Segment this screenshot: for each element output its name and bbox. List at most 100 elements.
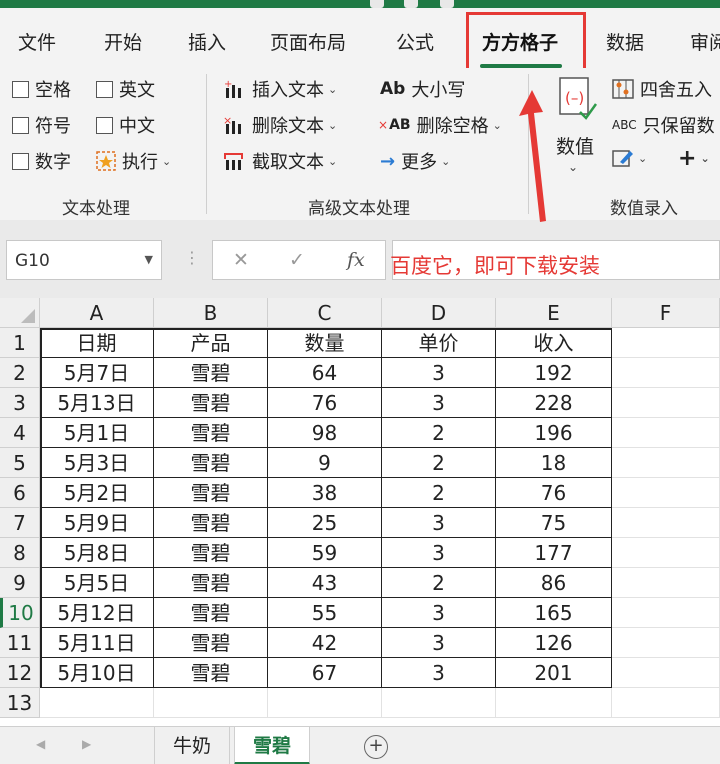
empty-cell[interactable] [40, 688, 154, 718]
empty-cell[interactable] [612, 328, 720, 358]
delete-space-button[interactable]: × AB 删除空格 ⌄ [378, 112, 502, 138]
empty-cell[interactable] [612, 508, 720, 538]
data-cell[interactable]: 3 [382, 388, 496, 418]
empty-cell[interactable] [496, 688, 612, 718]
data-cell[interactable]: 76 [268, 388, 382, 418]
cancel-icon[interactable]: ✕ [233, 249, 249, 271]
menu-review[interactable]: 审阅 [690, 28, 720, 55]
data-cell[interactable]: 雪碧 [154, 358, 268, 388]
data-cell[interactable]: 5月2日 [40, 478, 154, 508]
empty-cell[interactable] [612, 658, 720, 688]
data-cell[interactable]: 雪碧 [154, 388, 268, 418]
empty-cell[interactable] [382, 688, 496, 718]
name-box[interactable]: G10 ▼ [6, 240, 162, 280]
plus-button[interactable]: + ⌄ [678, 146, 710, 171]
data-cell[interactable]: 2 [382, 568, 496, 598]
data-cell[interactable]: 9 [268, 448, 382, 478]
row-header[interactable]: 8 [0, 538, 40, 568]
row-header[interactable]: 6 [0, 478, 40, 508]
data-cell[interactable]: 雪碧 [154, 478, 268, 508]
menu-data[interactable]: 数据 [606, 28, 644, 55]
data-cell[interactable]: 3 [382, 598, 496, 628]
empty-cell[interactable] [268, 688, 382, 718]
empty-cell[interactable] [154, 688, 268, 718]
data-cell[interactable]: 5月7日 [40, 358, 154, 388]
data-cell[interactable]: 38 [268, 478, 382, 508]
row-header[interactable]: 9 [0, 568, 40, 598]
checkbox-space[interactable]: 空格 [12, 76, 71, 102]
cut-text-button[interactable]: 截取文本 ⌄ [222, 148, 337, 174]
data-cell[interactable]: 3 [382, 508, 496, 538]
data-cell[interactable]: 76 [496, 478, 612, 508]
header-cell[interactable]: 单价 [382, 328, 496, 358]
data-cell[interactable]: 18 [496, 448, 612, 478]
more-button[interactable]: → 更多 ⌄ [380, 148, 450, 174]
data-cell[interactable]: 64 [268, 358, 382, 388]
edit-button[interactable]: ⌄ [612, 148, 647, 168]
menu-insert[interactable]: 插入 [188, 28, 226, 55]
case-button[interactable]: Ab 大小写 [380, 76, 465, 102]
data-cell[interactable]: 228 [496, 388, 612, 418]
data-cell[interactable]: 雪碧 [154, 598, 268, 628]
data-cell[interactable]: 5月12日 [40, 598, 154, 628]
data-cell[interactable]: 2 [382, 478, 496, 508]
empty-cell[interactable] [612, 538, 720, 568]
column-header[interactable]: C [268, 298, 382, 328]
data-cell[interactable]: 25 [268, 508, 382, 538]
empty-cell[interactable] [612, 418, 720, 448]
data-cell[interactable]: 5月8日 [40, 538, 154, 568]
data-cell[interactable]: 3 [382, 628, 496, 658]
data-cell[interactable]: 雪碧 [154, 538, 268, 568]
column-header[interactable]: A [40, 298, 154, 328]
data-cell[interactable]: 3 [382, 358, 496, 388]
data-cell[interactable]: 3 [382, 538, 496, 568]
menu-home[interactable]: 开始 [104, 28, 142, 55]
row-header[interactable]: 12 [0, 658, 40, 688]
data-cell[interactable]: 3 [382, 658, 496, 688]
data-cell[interactable]: 5月5日 [40, 568, 154, 598]
round-button[interactable]: 四舍五入 [612, 76, 712, 102]
data-cell[interactable]: 59 [268, 538, 382, 568]
execute-button[interactable]: 执行 ⌄ [96, 148, 171, 174]
data-cell[interactable]: 5月3日 [40, 448, 154, 478]
menu-formulas[interactable]: 公式 [396, 28, 434, 55]
column-header[interactable]: F [612, 298, 720, 328]
data-cell[interactable]: 2 [382, 448, 496, 478]
menu-file[interactable]: 文件 [18, 28, 56, 55]
row-header[interactable]: 10 [0, 598, 40, 628]
data-cell[interactable]: 165 [496, 598, 612, 628]
column-header[interactable]: E [496, 298, 612, 328]
empty-cell[interactable] [612, 568, 720, 598]
confirm-icon[interactable]: ✓ [289, 249, 305, 271]
data-cell[interactable]: 雪碧 [154, 628, 268, 658]
title-bar-control[interactable] [440, 0, 454, 8]
row-header[interactable]: 5 [0, 448, 40, 478]
data-cell[interactable]: 86 [496, 568, 612, 598]
row-header[interactable]: 4 [0, 418, 40, 448]
select-all-corner[interactable] [0, 298, 40, 328]
data-cell[interactable]: 5月10日 [40, 658, 154, 688]
data-cell[interactable]: 75 [496, 508, 612, 538]
empty-cell[interactable] [612, 478, 720, 508]
data-cell[interactable]: 67 [268, 658, 382, 688]
data-cell[interactable]: 177 [496, 538, 612, 568]
value-button[interactable]: (–) 数值 ⌄ [548, 76, 604, 186]
data-cell[interactable]: 43 [268, 568, 382, 598]
data-cell[interactable]: 5月9日 [40, 508, 154, 538]
data-cell[interactable]: 126 [496, 628, 612, 658]
data-cell[interactable]: 201 [496, 658, 612, 688]
delete-text-button[interactable]: × 删除文本 ⌄ [222, 112, 337, 138]
empty-cell[interactable] [612, 448, 720, 478]
spreadsheet-grid[interactable]: A B C D E F 1 日期 产品 数量 单价 收入 2 5月7日 雪碧 64 3 192 3 5月13日 雪碧 76… [0, 298, 720, 726]
empty-cell[interactable] [612, 388, 720, 418]
data-cell[interactable]: 196 [496, 418, 612, 448]
header-cell[interactable]: 日期 [40, 328, 154, 358]
row-header[interactable]: 3 [0, 388, 40, 418]
empty-cell[interactable] [612, 628, 720, 658]
header-cell[interactable]: 产品 [154, 328, 268, 358]
header-cell[interactable]: 收入 [496, 328, 612, 358]
data-cell[interactable]: 5月1日 [40, 418, 154, 448]
title-bar-control[interactable] [404, 0, 418, 8]
row-header[interactable]: 13 [0, 688, 40, 718]
sheet-tab-sprite[interactable]: 雪碧 [234, 727, 311, 764]
